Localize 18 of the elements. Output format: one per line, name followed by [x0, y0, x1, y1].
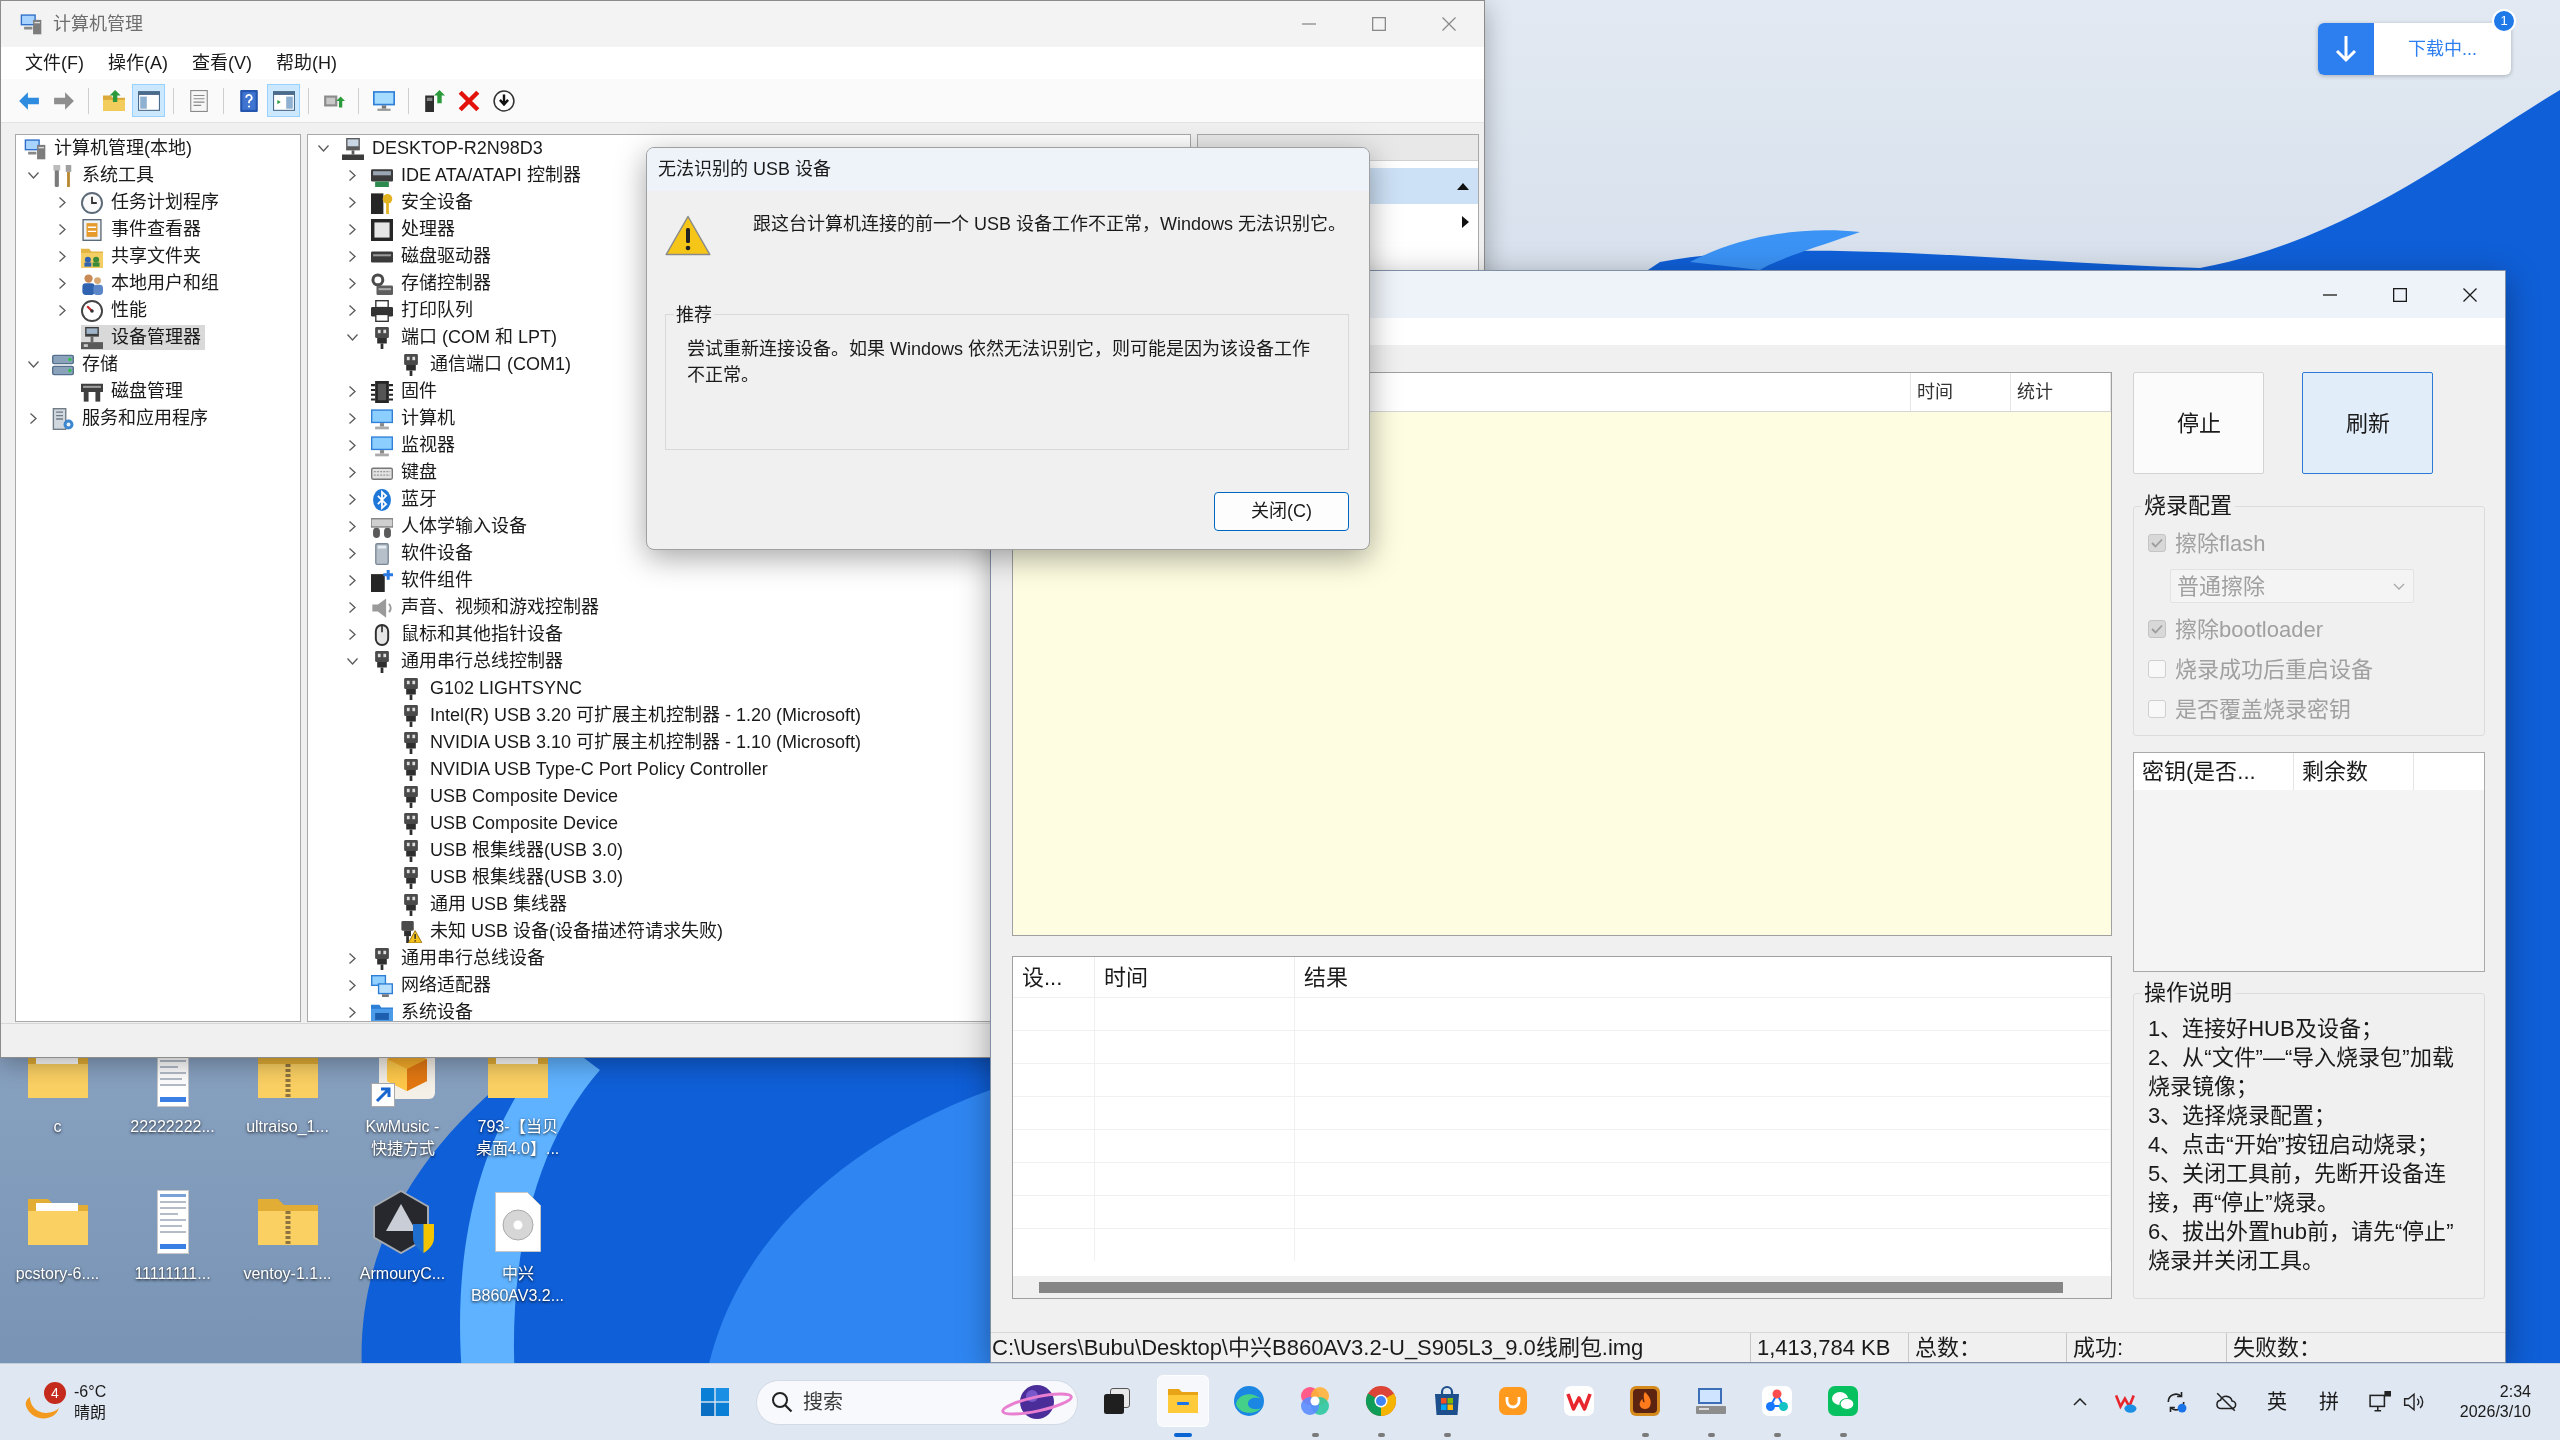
notification-badge: 4 [44, 1382, 66, 1404]
recommendation-text: 尝试重新连接设备。如果 Windows 依然无法识别它，则可能是因为该设备工作不正常。 [687, 338, 1312, 387]
status-text: C:\Users\Bubu\Desktop\中兴B860AV3.2-U_S905L3_9.0线刷包.img [991, 1334, 1645, 1362]
instruction-step: 5、关闭工具前，先断开设备连接，再“停止”烧录。 [2148, 1159, 2460, 1217]
status-text: 总数： [1908, 1333, 2066, 1362]
instruction-step: 1、连接好HUB及设备； [2148, 1014, 2460, 1043]
instruction-step: 4、点击“开始”按钮启动烧录； [2148, 1130, 2460, 1159]
status-text: 1,413,784 KB [1750, 1333, 1908, 1362]
instruction-step: 3、选择烧录配置； [2148, 1101, 2460, 1130]
status-text: 成功: [2066, 1333, 2226, 1362]
temperature-text: -6°C [74, 1382, 107, 1402]
status-text: 失败数： [2226, 1333, 2505, 1362]
dialog-title: 无法识别的 USB 设备 [658, 158, 831, 181]
weather-condition: 晴朗 [74, 1403, 107, 1423]
dialog-message: 跟这台计算机连接的前一个 USB 设备工作不正常，Windows 无法识别它。 [753, 213, 1347, 236]
window-title: 计算机管理 [53, 12, 143, 36]
instruction-step: 6、拔出外置hub前，请先“停止”烧录并关闭工具。 [2148, 1217, 2460, 1275]
instruction-step: 2、从“文件”—“导入烧录包”加载烧录镜像； [2148, 1043, 2460, 1101]
